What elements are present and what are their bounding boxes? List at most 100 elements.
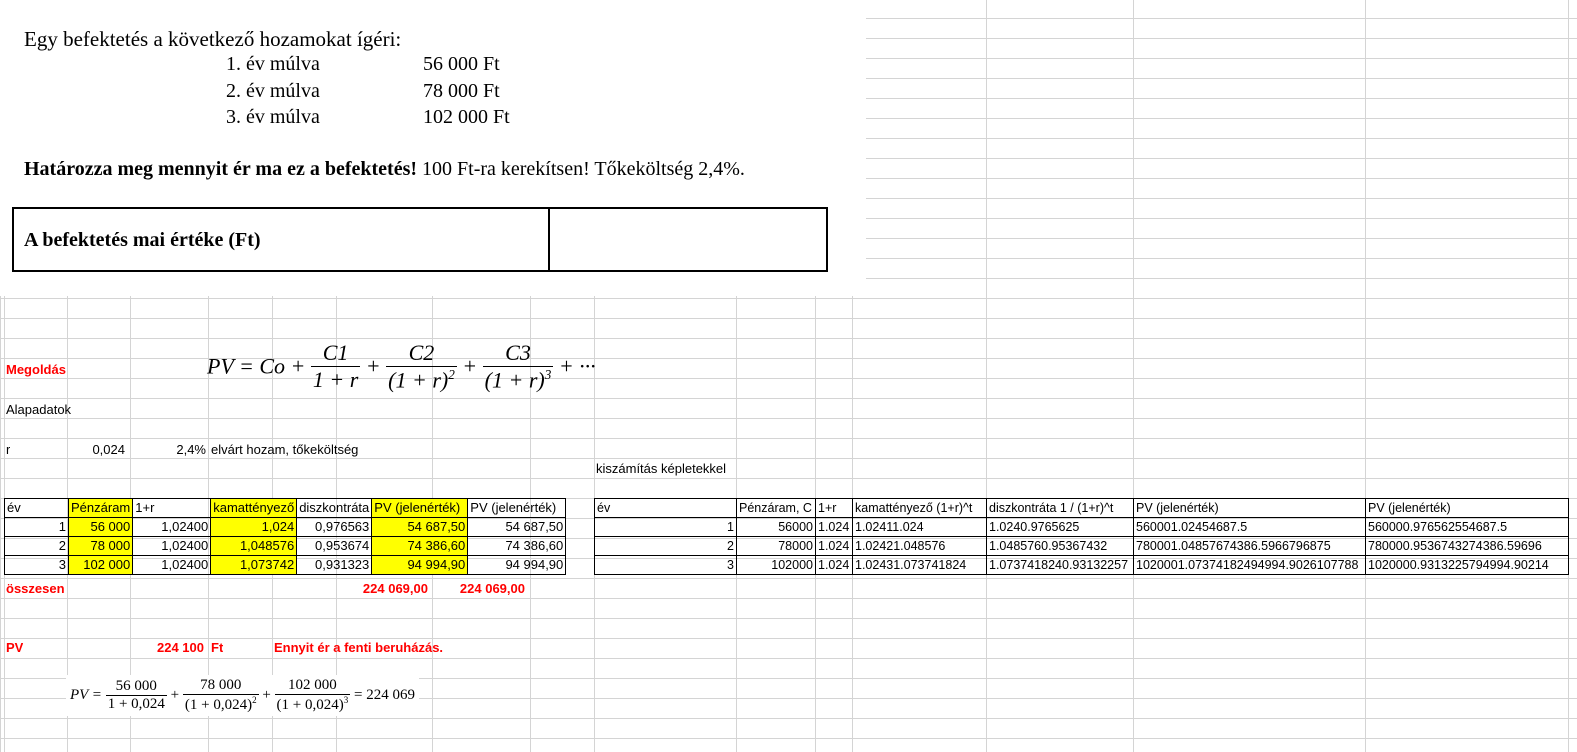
f-cell-pv-2[interactable]: 1020000.9313225794994.90214	[1365, 555, 1569, 575]
formula2-t1-den: 1 + 0,024	[105, 695, 167, 712]
formula1-t1-den: 1 + r	[310, 366, 361, 393]
f-header-pv[interactable]: PV (jelenérték)	[1133, 498, 1366, 518]
f-header-pv-2[interactable]: PV (jelenérték)	[1365, 498, 1569, 518]
header-penzaram[interactable]: Pénzáram	[67, 498, 134, 518]
f-cell-ev[interactable]: 3	[594, 555, 737, 575]
cell-penzaram[interactable]: 102 000	[67, 555, 134, 575]
formula2-t2-den: (1 + 0,024)	[184, 697, 253, 713]
formula2-t2-num: 78 000	[200, 677, 242, 693]
cell-kamattenyezo[interactable]: 1,073742	[210, 555, 298, 575]
f-cell-penzaram[interactable]: 78000	[736, 536, 816, 556]
f-cell-kamattenyezo[interactable]: 1.02411.024	[852, 517, 987, 537]
cell-ev[interactable]: 2	[4, 536, 69, 556]
f-cell-diszkontrata[interactable]: 1.0240.9765625	[986, 517, 1134, 537]
table-row: 2 78000 1.024 1.02421.048576 1.0485760.9…	[594, 536, 1569, 556]
formula2-t2-exp: 2	[252, 695, 257, 705]
f-header-diszkontrata[interactable]: diszkontráta 1 / (1+r)^t	[986, 498, 1134, 518]
cell-kamattenyezo[interactable]: 1,024	[210, 517, 298, 537]
f-cell-kamattenyezo[interactable]: 1.02421.048576	[852, 536, 987, 556]
cell-diszkontrata[interactable]: 0,976563	[296, 517, 373, 537]
total-pv-cell-2[interactable]: 224 069,00	[432, 579, 525, 598]
cell-1plusr[interactable]: 1,02400	[132, 536, 212, 556]
cell-1plusr[interactable]: 1,02400	[132, 555, 212, 575]
r-description: elvárt hozam, tőkeköltség	[211, 442, 359, 457]
calc-table: év Pénzáram 1+r kamattényező diszkontrát…	[4, 498, 567, 575]
f-cell-diszkontrata[interactable]: 1.0737418240.93132257	[986, 555, 1134, 575]
f-header-1plusr[interactable]: 1+r	[815, 498, 853, 518]
formula2-result: = 224 069	[354, 687, 415, 703]
f-cell-penzaram[interactable]: 102000	[736, 555, 816, 575]
task-question: Határozza meg mennyit ér ma ez a befekte…	[24, 158, 745, 181]
cell-1plusr[interactable]: 1,02400	[132, 517, 212, 537]
f-cell-kamattenyezo[interactable]: 1.02431.073741824	[852, 555, 987, 575]
f-header-penzaram[interactable]: Pénzáram, C	[736, 498, 816, 518]
cashflow-amount-2: 78 000 Ft	[423, 80, 500, 102]
header-kamattenyezo[interactable]: kamattényező	[210, 498, 298, 518]
task-question-bold: Határozza meg mennyit ér ma ez a befekte…	[24, 158, 418, 180]
f-cell-pv-2[interactable]: 780000.9536743274386.59696	[1365, 536, 1569, 556]
cell-penzaram[interactable]: 78 000	[67, 536, 134, 556]
f-cell-1plusr[interactable]: 1.024	[815, 555, 853, 575]
header-diszkontrata[interactable]: diszkontráta	[296, 498, 373, 518]
f-cell-pv-2[interactable]: 560000.976562554687.5	[1365, 517, 1569, 537]
header-1plusr[interactable]: 1+r	[132, 498, 212, 518]
cell-diszkontrata[interactable]: 0,931323	[296, 555, 373, 575]
cell-diszkontrata[interactable]: 0,953674	[296, 536, 373, 556]
task-image: Egy befektetés a következő hozamokat ígé…	[0, 0, 866, 296]
f-cell-penzaram[interactable]: 56000	[736, 517, 816, 537]
table-row: 1 56000 1.024 1.02411.024 1.0240.9765625…	[594, 517, 1569, 537]
table-row: 3 102000 1.024 1.02431.073741824 1.07374…	[594, 555, 1569, 575]
pv-label: PV	[6, 640, 24, 655]
formula1-lhs: PV = Co +	[207, 353, 306, 379]
r-percent-cell[interactable]: 2,4%	[130, 440, 206, 459]
cell-pv[interactable]: 94 994,90	[371, 555, 469, 575]
table-row: 2 78 000 1,02400 1,048576 0,953674 74 38…	[4, 536, 567, 556]
cell-penzaram[interactable]: 56 000	[67, 517, 134, 537]
formula1-t3-exp: 3	[544, 367, 552, 382]
formula2-t1-num: 56 000	[115, 678, 157, 694]
cell-pv-2[interactable]: 54 687,50	[467, 517, 567, 537]
table-row: 3 102 000 1,02400 1,073742 0,931323 94 9…	[4, 555, 567, 575]
cell-ev[interactable]: 3	[4, 555, 69, 575]
cell-pv[interactable]: 54 687,50	[371, 517, 469, 537]
header-pv-2[interactable]: PV (jelenérték)	[467, 498, 567, 518]
cell-pv-2[interactable]: 74 386,60	[467, 536, 567, 556]
formula1-t3-den: (1 + r)	[484, 367, 545, 393]
pv-formula-general: PV = Co + C1 1 + r + C2 (1 + r)2 + C3 (1 + …	[207, 340, 596, 393]
task-intro: Egy befektetés a következő hozamokat ígé…	[24, 27, 402, 51]
header-pv[interactable]: PV (jelenérték)	[371, 498, 469, 518]
cashflow-year-1: 1. év múlva	[226, 53, 320, 75]
r-value-cell[interactable]: 0,024	[67, 440, 125, 459]
formula1-t2-den: (1 + r)	[388, 367, 449, 393]
total-pv-cell[interactable]: 224 069,00	[336, 579, 428, 598]
header-ev[interactable]: év	[4, 498, 69, 518]
formula2-t3-den: (1 + 0,024)	[276, 697, 344, 713]
formula-table-header: év Pénzáram, C 1+r kamattényező (1+r)^t …	[594, 498, 1569, 518]
pv-rounded-cell[interactable]: 224 100	[130, 638, 204, 657]
f-cell-pv[interactable]: 560001.02454687.5	[1133, 517, 1366, 537]
f-header-ev[interactable]: év	[594, 498, 737, 518]
cashflow-year-3: 3. év múlva	[226, 106, 320, 128]
cashflow-amount-3: 102 000 Ft	[423, 106, 510, 128]
formula1-t1-num: C1	[322, 340, 349, 366]
f-header-kamattenyezo[interactable]: kamattényező (1+r)^t	[852, 498, 987, 518]
f-cell-1plusr[interactable]: 1.024	[815, 517, 853, 537]
answer-box-divider	[548, 209, 550, 270]
cell-pv[interactable]: 74 386,60	[371, 536, 469, 556]
cell-pv-2[interactable]: 94 994,90	[467, 555, 567, 575]
formula-caption: kiszámítás képletekkel	[596, 461, 727, 476]
cell-kamattenyezo[interactable]: 1,048576	[210, 536, 298, 556]
alapadatok-label: Alapadatok	[6, 402, 72, 417]
f-cell-diszkontrata[interactable]: 1.0485760.95367432	[986, 536, 1134, 556]
answer-label: A befektetés mai értéke (Ft)	[24, 229, 261, 251]
f-cell-ev[interactable]: 2	[594, 536, 737, 556]
f-cell-1plusr[interactable]: 1.024	[815, 536, 853, 556]
cashflow-year-2: 2. év múlva	[226, 80, 320, 102]
table-row: 1 56 000 1,02400 1,024 0,976563 54 687,5…	[4, 517, 567, 537]
f-cell-pv[interactable]: 780001.04857674386.5966796875	[1133, 536, 1366, 556]
formula1-t3-num: C3	[505, 340, 531, 365]
f-cell-ev[interactable]: 1	[594, 517, 737, 537]
formula1-t2-exp: 2	[448, 367, 455, 382]
cell-ev[interactable]: 1	[4, 517, 69, 537]
f-cell-pv[interactable]: 1020001.07374182494994.9026107788	[1133, 555, 1366, 575]
